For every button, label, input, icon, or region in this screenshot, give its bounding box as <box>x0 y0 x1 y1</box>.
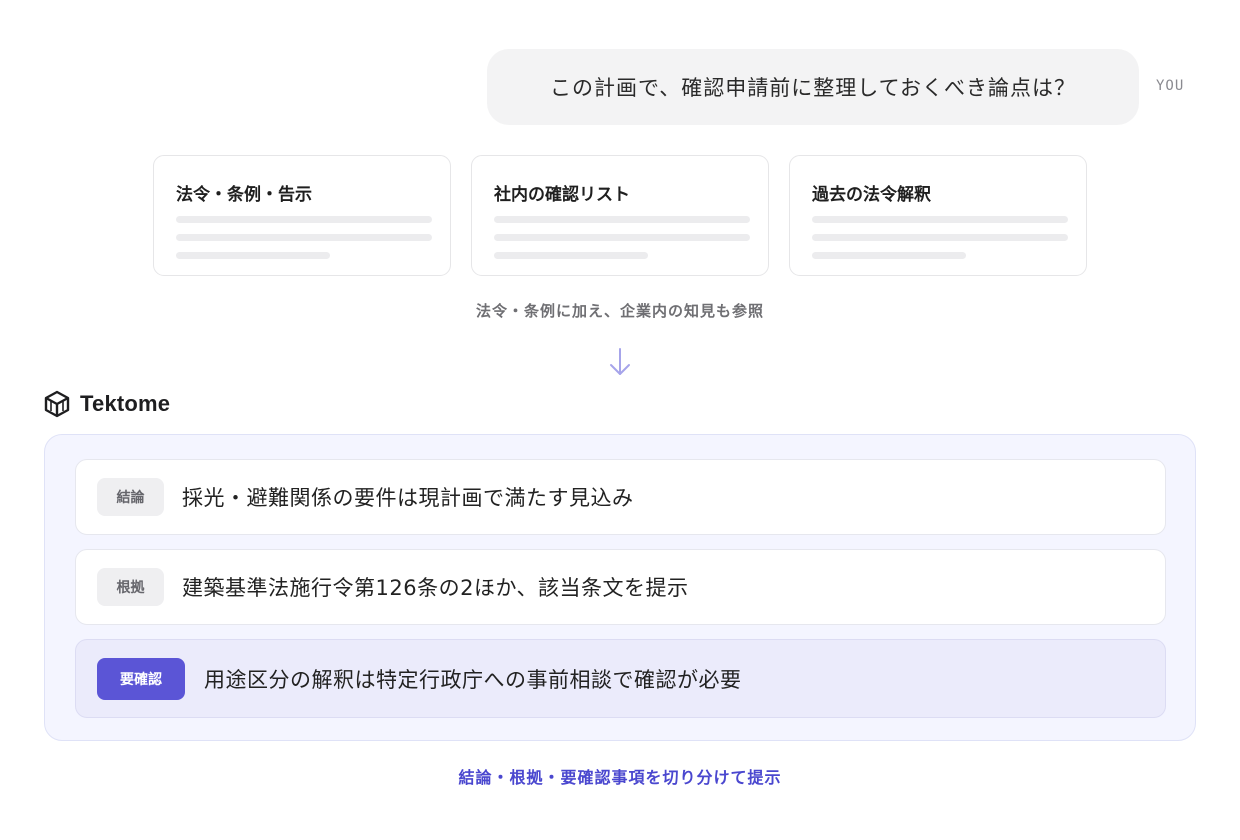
placeholder-line <box>176 216 432 223</box>
placeholder-line <box>494 216 750 223</box>
placeholder-line <box>176 234 432 241</box>
source-card-interpretations[interactable]: 過去の法令解釈 <box>789 155 1087 276</box>
user-message-bubble: この計画で、確認申請前に整理しておくべき論点は？ <box>487 49 1139 125</box>
placeholder-line <box>494 234 750 241</box>
placeholder-line <box>494 252 648 259</box>
source-card-checklist[interactable]: 社内の確認リスト <box>471 155 769 276</box>
tag-needs-confirmation: 要確認 <box>97 657 185 700</box>
tektome-logo-icon <box>44 390 70 418</box>
brand-name: Tektome <box>80 391 171 416</box>
placeholder-line <box>812 252 966 259</box>
sources-caption: 法令・条例に加え、企業内の知見も参照 <box>475 302 764 320</box>
user-message-text: この計画で、確認申請前に整理しておくべき論点は？ <box>550 76 1076 100</box>
answer-row-text: 建築基準法施行令第126条の2ほか、該当条文を提示 <box>182 576 689 600</box>
answer-panel: 結論 採光・避難関係の要件は現計画で満たす見込み 根拠 建築基準法施行令第126… <box>44 434 1196 741</box>
answer-row-basis[interactable]: 根拠 建築基準法施行令第126条の2ほか、該当条文を提示 <box>75 549 1166 625</box>
answer-row-text: 採光・避難関係の要件は現計画で満たす見込み <box>182 486 634 510</box>
page: この計画で、確認申請前に整理しておくべき論点は？ YOU 法令・条例・告示 社内… <box>0 0 1240 840</box>
brand: Tektome <box>42 389 170 419</box>
source-card-title: 過去の法令解釈 <box>812 185 931 205</box>
source-card-laws[interactable]: 法令・条例・告示 <box>153 155 451 276</box>
answer-row-needs-confirmation[interactable]: 要確認 用途区分の解釈は特定行政庁への事前相談で確認が必要 <box>75 639 1166 718</box>
bottom-caption: 結論・根拠・要確認事項を切り分けて提示 <box>458 768 782 787</box>
source-card-title: 社内の確認リスト <box>494 185 630 205</box>
user-label: YOU <box>1156 78 1185 94</box>
source-card-title: 法令・条例・告示 <box>176 185 312 205</box>
answer-row-conclusion[interactable]: 結論 採光・避難関係の要件は現計画で満たす見込み <box>75 459 1166 535</box>
tag-conclusion: 結論 <box>97 478 164 516</box>
answer-row-text: 用途区分の解釈は特定行政庁への事前相談で確認が必要 <box>204 667 742 692</box>
arrow-down-icon <box>610 348 630 375</box>
placeholder-line <box>812 216 1068 223</box>
placeholder-line <box>812 234 1068 241</box>
tag-basis: 根拠 <box>97 568 164 606</box>
placeholder-line <box>176 252 330 259</box>
